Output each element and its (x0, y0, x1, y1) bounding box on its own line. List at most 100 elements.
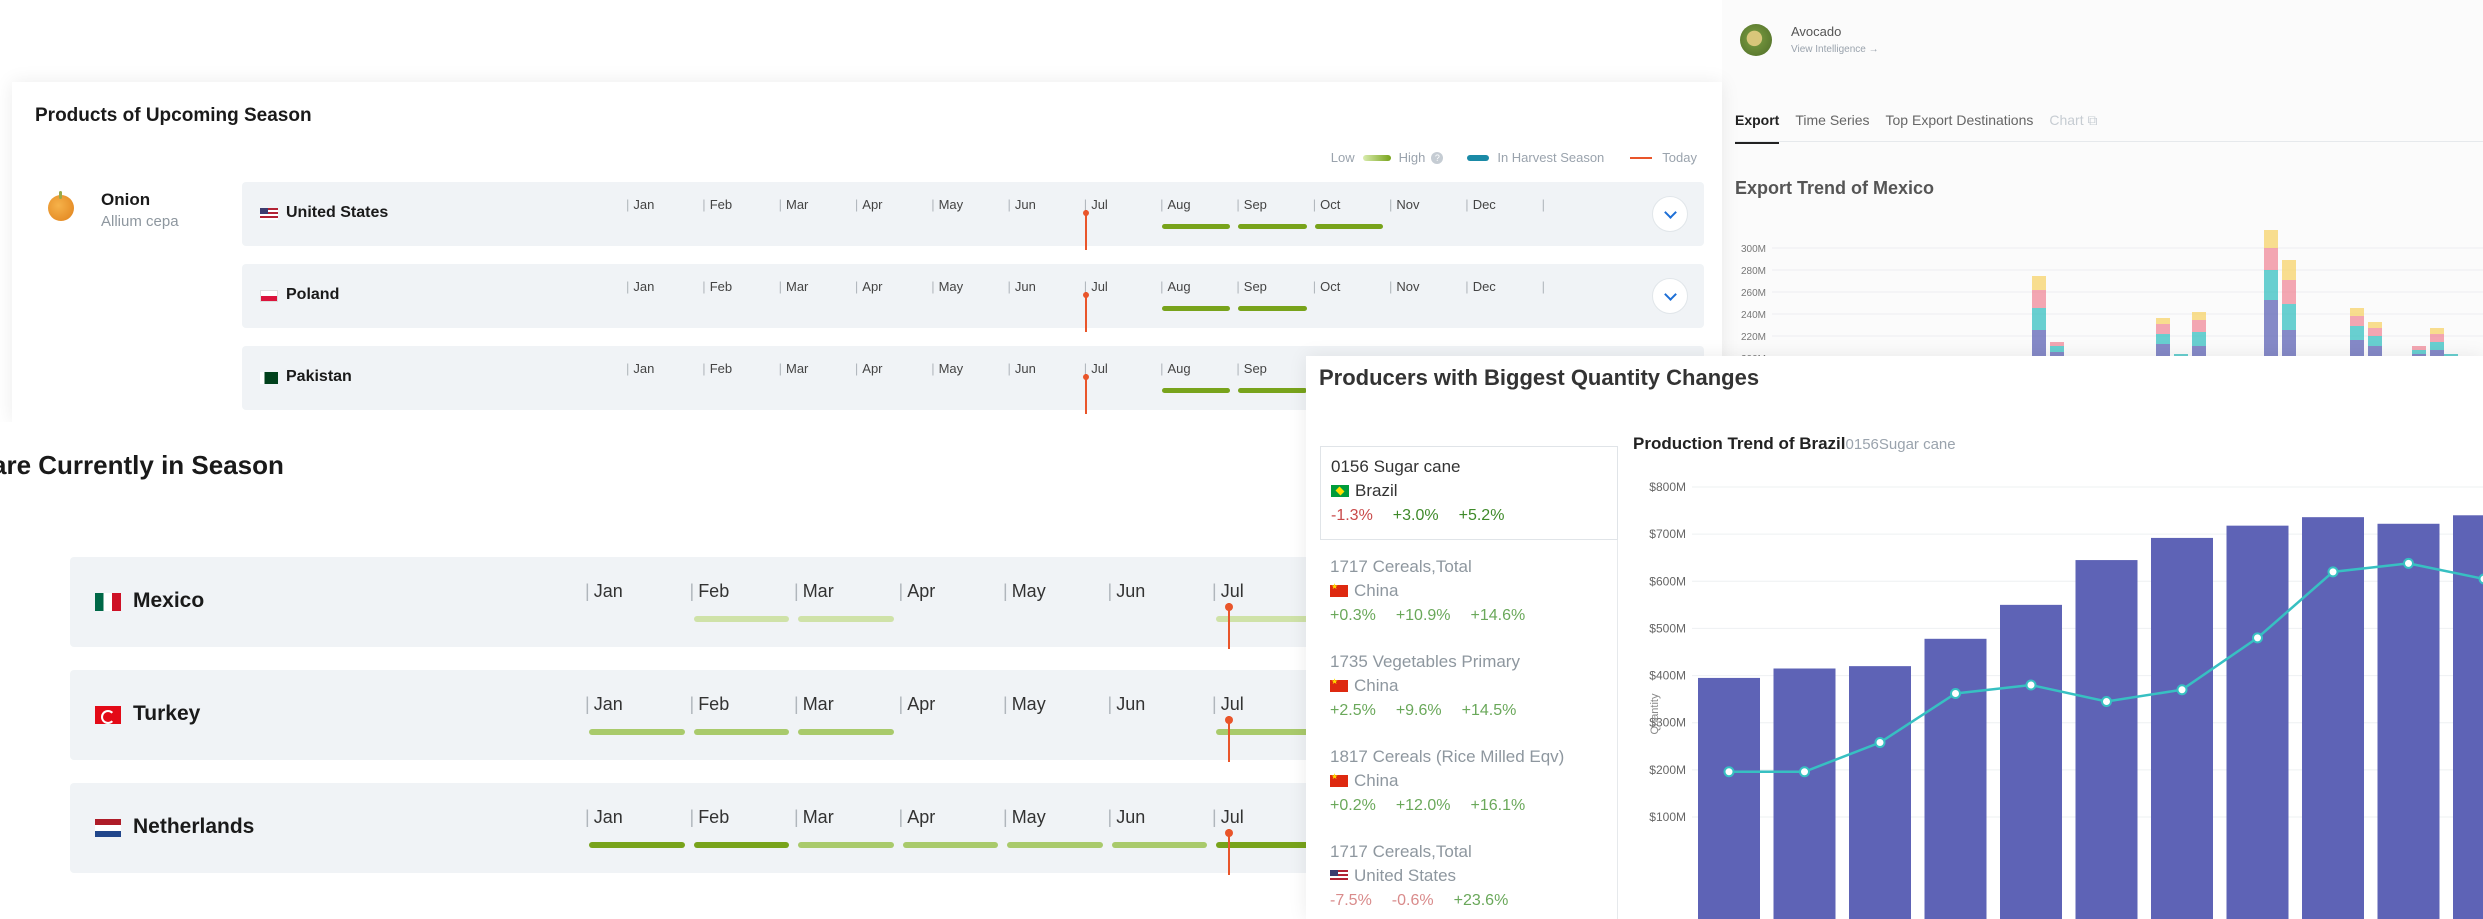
change-value: +16.1% (1470, 797, 1526, 814)
trend-point[interactable] (1723, 766, 1735, 778)
change-value: +0.2% (1330, 797, 1376, 814)
trend-point[interactable] (1799, 766, 1810, 778)
y-tick-label: 280M (1741, 266, 1766, 277)
y-tick-label: 260M (1741, 288, 1766, 299)
y-tick-label: $400M (1649, 669, 1686, 683)
export-trend-title: Export Trend of Mexico (1735, 178, 1935, 198)
chevron-down-icon[interactable] (1652, 278, 1688, 314)
stacked-bar-segment (2032, 308, 2046, 330)
producer-item-title: 1817 Cereals (Rice Milled Eqv) (1330, 747, 1608, 767)
y-axis-label: Quantity (1649, 693, 1661, 734)
month-label: Jan (585, 581, 623, 602)
y-tick-label: 220M (1741, 332, 1766, 343)
in-season-panel: are Currently in Season Mexico Jan Feb Mar A… (0, 422, 1306, 919)
trend-point[interactable] (2327, 566, 2339, 578)
change-value: +9.6% (1395, 702, 1442, 719)
season-bar (589, 729, 685, 735)
month-label: Sep (1236, 197, 1267, 212)
trend-point[interactable] (2252, 632, 2263, 644)
season-row[interactable]: United StatesJanFebMarAprMayJunJulAugSep… (242, 182, 1704, 250)
season-row[interactable]: Netherlands Jan Feb Mar Apr May Jun Jul (70, 783, 1306, 875)
trend-point[interactable] (2176, 684, 2188, 696)
month-timeline: Jan Feb Mar Apr May Jun Jul (585, 581, 1306, 649)
stacked-bar-segment (2430, 334, 2444, 342)
month-label: Apr (855, 197, 882, 212)
month-label: Apr (855, 361, 882, 376)
chevron-down-icon[interactable] (1652, 196, 1688, 232)
month-timeline: Jan Feb Mar Apr May Jun Jul (585, 694, 1306, 762)
flag-icon (1330, 677, 1348, 692)
product-name: Cereals,Total (1372, 842, 1472, 861)
tab-chart[interactable]: Chart ⧉ (2049, 112, 2097, 144)
stacked-bar-segment (2368, 322, 2382, 328)
flag-icon (95, 819, 121, 837)
month-label: Aug (1160, 361, 1190, 376)
month-label: Jul (1212, 694, 1244, 715)
season-bar (1162, 224, 1231, 229)
change-value: +2.5% (1330, 702, 1376, 719)
y-tick-label: 300M (1741, 244, 1766, 255)
season-bar (693, 729, 789, 735)
producer-item[interactable]: 1717 Cereals,Total China +0.3% +10.9% +14.6% (1320, 547, 1618, 641)
flag-icon (260, 290, 278, 302)
change-value: +3.0% (1392, 507, 1439, 524)
stacked-bar-segment (2192, 312, 2206, 320)
country-name: Brazil (1355, 481, 1398, 500)
month-end-tick (1542, 279, 1549, 294)
producer-item[interactable]: 1735 Vegetables Primary China +2.5% +9.6% +1… (1320, 642, 1618, 736)
flag-icon (1330, 870, 1348, 882)
producer-item[interactable]: 1817 Cereals (Rice Milled Eqv) China +0.2%… (1320, 737, 1618, 831)
month-label: Apr (899, 807, 935, 828)
month-label: Sep (1236, 279, 1267, 294)
stacked-bar-segment (2050, 346, 2064, 352)
season-row[interactable]: PolandJanFebMarAprMayJunJulAugSepOctNovD… (242, 264, 1704, 332)
month-label: Nov (1389, 197, 1419, 212)
season-bar (798, 729, 894, 735)
tab-export[interactable]: Export (1735, 112, 1780, 144)
view-intelligence-link[interactable]: View Intelligence → (1791, 44, 1879, 55)
flag-icon (1330, 772, 1348, 787)
info-icon[interactable]: ? (1431, 151, 1444, 164)
avocado-intelligence-panel: Avocado View Intelligence → Export Time … (1722, 0, 2483, 360)
trend-point[interactable] (1874, 737, 1886, 749)
onion-icon (48, 191, 74, 221)
stacked-bar-segment (2192, 332, 2206, 346)
month-label: Mar (779, 197, 808, 212)
change-values: -1.3% +3.0% +5.2% (1331, 507, 1607, 525)
trend-point[interactable] (1950, 687, 1961, 699)
bar (2302, 517, 2364, 919)
season-row[interactable]: Turkey Jan Feb Mar Apr May Jun Jul (70, 670, 1306, 762)
legend-low: Low (1330, 150, 1355, 165)
producer-item[interactable]: 0156 Sugar cane Brazil -1.3% +3.0% +5.2% (1320, 446, 1618, 540)
trend-point[interactable] (2025, 679, 2037, 691)
month-label: Mar (779, 361, 808, 376)
flag-icon (95, 706, 121, 724)
y-tick-label: $600M (1649, 574, 1686, 588)
trend-point[interactable] (2478, 573, 2483, 585)
month-label: Oct (1313, 197, 1340, 212)
production-trend-title-text: Production Trend of Brazil (1633, 434, 1846, 453)
producer-item-title: 0156 Sugar cane (1331, 457, 1607, 477)
stacked-bar-segment (2430, 342, 2444, 350)
producer-item[interactable]: 1717 Cereals,Total United States -7.5% -0.6… (1320, 832, 1618, 919)
month-label: Jan (585, 694, 623, 715)
trend-point[interactable] (2403, 557, 2414, 569)
tab-divider (1735, 141, 2483, 142)
flag-icon (260, 208, 278, 220)
tab-time-series[interactable]: Time Series (1795, 112, 1869, 144)
month-label: May (931, 197, 964, 212)
stacked-bar-segment (2156, 324, 2170, 334)
producer-item-title: 1735 Vegetables Primary (1330, 652, 1608, 672)
trend-point[interactable] (2101, 696, 2112, 707)
change-value: -0.6% (1391, 892, 1434, 909)
month-label: Mar (794, 694, 834, 715)
bar (1924, 638, 1987, 919)
month-timeline: JanFebMarAprMayJunJulAugSepOctNovDec (626, 279, 1536, 332)
season-bar (1162, 306, 1231, 311)
tab-top-export-destinations[interactable]: Top Export Destinations (1886, 112, 2034, 144)
today-marker (1082, 210, 1089, 250)
country-name: Turkey (133, 702, 201, 725)
avocado-name: Avocado (1791, 24, 1842, 39)
y-tick-label: $100M (1649, 810, 1686, 824)
season-row[interactable]: Mexico Jan Feb Mar Apr May Jun Jul (70, 557, 1306, 649)
